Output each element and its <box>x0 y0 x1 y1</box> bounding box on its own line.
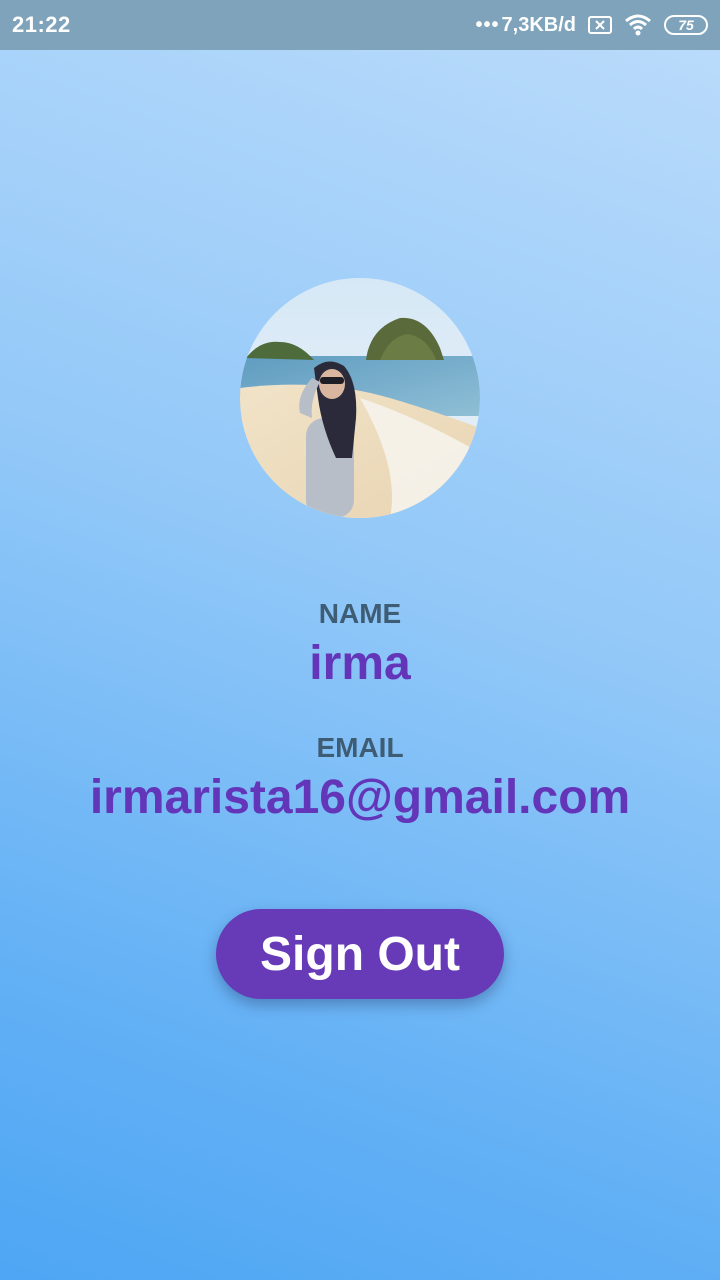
battery-icon: 75 <box>664 15 708 35</box>
sim-off-icon <box>588 16 612 34</box>
name-value: irma <box>309 637 411 690</box>
avatar-photo <box>240 278 480 518</box>
profile-avatar <box>240 278 480 518</box>
profile-screen: NAME irma EMAIL irmarista16@gmail.com Si… <box>0 50 720 1280</box>
name-label: NAME <box>318 598 402 629</box>
email-label: EMAIL <box>316 732 404 763</box>
battery-level: 75 <box>678 17 694 33</box>
network-speed: 7,3KB/d <box>501 13 576 36</box>
sign-out-button[interactable]: Sign Out <box>216 909 504 999</box>
notification-dots: ••• <box>475 13 500 36</box>
status-time: 21:22 <box>12 12 71 37</box>
wifi-icon <box>624 14 652 36</box>
email-value: irmarista16@gmail.com <box>89 771 631 824</box>
status-icons: ••• 7,3KB/d 75 <box>476 14 708 37</box>
status-bar: 21:22 ••• 7,3KB/d 75 <box>0 0 720 50</box>
